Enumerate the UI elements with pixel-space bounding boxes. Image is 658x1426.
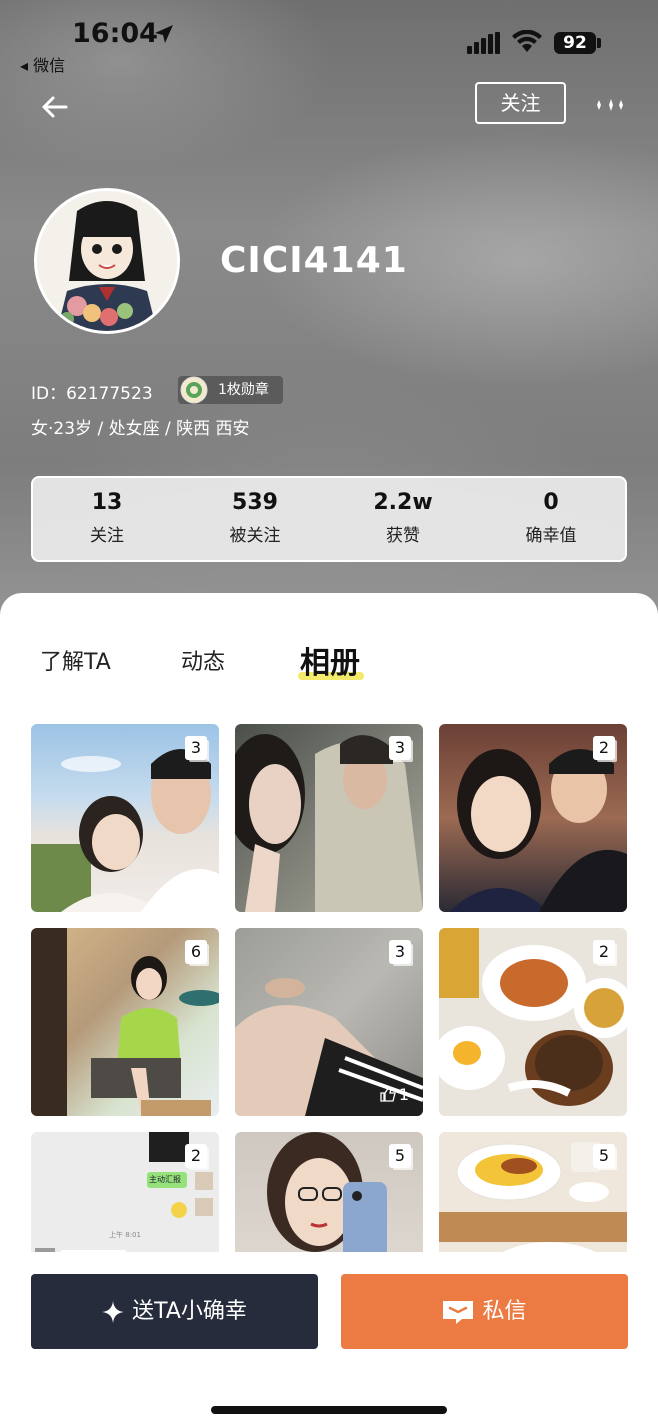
stat-followers[interactable]: 539 被关注	[181, 478, 329, 560]
medal-icon	[180, 376, 208, 404]
stat-value: 0	[543, 490, 559, 515]
stat-label: 被关注	[229, 526, 281, 546]
photo-likes: 2	[176, 881, 205, 900]
tab-about[interactable]: 了解TA	[40, 644, 111, 676]
photo-count: 5	[389, 1144, 411, 1168]
avatar-illustration	[37, 191, 177, 331]
thumbs-up-icon	[176, 882, 192, 898]
stat-likes[interactable]: 2.2w 获赞	[329, 478, 477, 560]
back-to-wechat-link[interactable]: ◂ 微信	[20, 52, 65, 76]
cellular-signal-icon	[467, 32, 500, 54]
photo-count: 2	[593, 736, 615, 760]
album-photo[interactable]: 2	[439, 724, 627, 912]
album-photo[interactable]: 3 2	[31, 724, 219, 912]
private-message-label: 私信	[482, 1299, 527, 1324]
photo-likes: 1	[380, 1085, 409, 1104]
album-photo[interactable]: 2	[439, 928, 627, 1116]
album-grid: 3 2 3 2 6 3 1 2 2 主动汇报 上午 8:01 5 5	[31, 724, 628, 1252]
home-indicator[interactable]	[211, 1406, 447, 1414]
stats-bar: 13 关注 539 被关注 2.2w 获赞 0 确幸值	[31, 476, 627, 562]
stat-value: 2.2w	[373, 490, 433, 515]
stat-value: 539	[232, 490, 278, 515]
stat-label: 确幸值	[525, 526, 577, 546]
tab-feed[interactable]: 动态	[181, 644, 225, 676]
user-id: ID：62177523	[31, 384, 153, 404]
follow-button[interactable]: 关注	[475, 82, 566, 124]
stat-label: 获赞	[386, 526, 420, 546]
photo-count: 3	[389, 736, 411, 760]
send-gift-button[interactable]: 送TA小确幸	[31, 1274, 318, 1349]
profile-tabs: 了解TA 动态 相册	[0, 636, 658, 686]
photo-count: 6	[185, 940, 207, 964]
back-arrow-icon[interactable]	[38, 90, 72, 124]
album-photo[interactable]: 3 1	[235, 928, 423, 1116]
avatar[interactable]	[34, 188, 180, 334]
photo-count: 3	[389, 940, 411, 964]
more-options-icon[interactable]	[592, 94, 626, 116]
chat-time-text: 上午 8:01	[109, 1231, 141, 1239]
like-count: 2	[194, 881, 205, 900]
photo-count: 2	[593, 940, 615, 964]
battery-level: 92	[554, 32, 596, 54]
private-message-button[interactable]: 私信	[341, 1274, 628, 1349]
tab-album[interactable]: 相册	[300, 638, 360, 682]
battery-tip	[597, 38, 601, 48]
album-photo[interactable]: 6	[31, 928, 219, 1116]
sparkle-icon	[102, 1301, 125, 1323]
album-photo[interactable]: 3	[235, 724, 423, 912]
album-photo[interactable]: 5	[235, 1132, 423, 1252]
stat-happiness[interactable]: 0 确幸值	[477, 478, 625, 560]
album-photo[interactable]: 2 主动汇报 上午 8:01	[31, 1132, 219, 1252]
like-count: 1	[398, 1085, 409, 1104]
status-time: 16:04	[72, 18, 158, 49]
album-photo[interactable]: 5	[439, 1132, 627, 1252]
stat-label: 关注	[90, 526, 124, 546]
medal-badge-label: 1枚勋章	[218, 382, 269, 398]
photo-count: 5	[593, 1144, 615, 1168]
wifi-icon	[512, 30, 542, 52]
user-info: 女·23岁 / 处女座 / 陕西 西安	[31, 419, 250, 439]
photo-count: 2	[185, 1144, 207, 1168]
send-gift-label: 送TA小确幸	[132, 1299, 247, 1324]
username: CICI4141	[220, 240, 408, 281]
medal-badge[interactable]: 1枚勋章	[178, 376, 283, 404]
message-icon	[443, 1301, 474, 1324]
location-arrow-icon	[155, 25, 173, 43]
stat-value: 13	[91, 490, 123, 515]
photo-count: 3	[185, 736, 207, 760]
stat-following[interactable]: 13 关注	[33, 478, 181, 560]
chat-bubble-text: 主动汇报	[149, 1175, 181, 1184]
thumbs-up-icon	[380, 1086, 396, 1102]
